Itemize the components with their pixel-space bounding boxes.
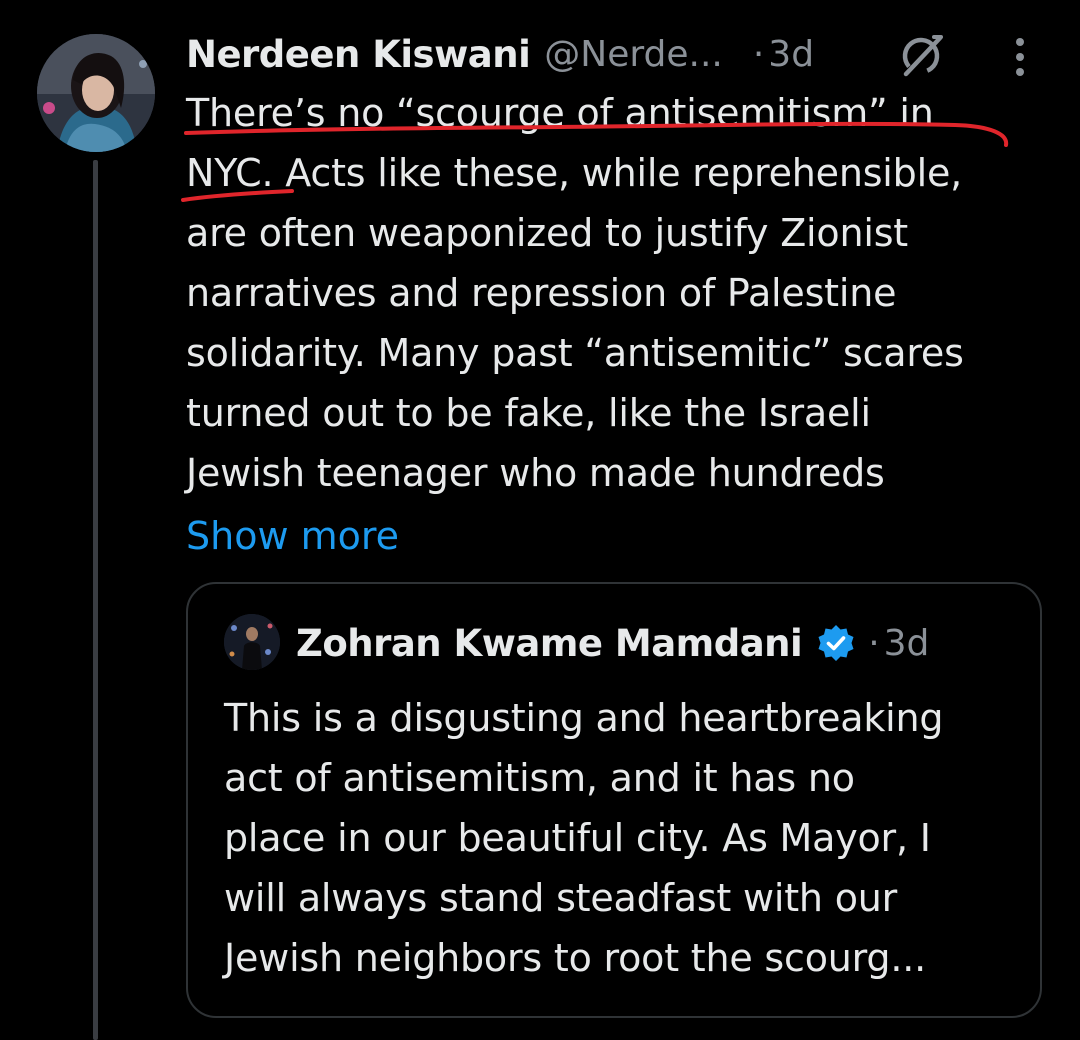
- show-more-link[interactable]: Show more: [186, 506, 399, 566]
- quoted-text-line: will always stand steadfast with our: [224, 876, 898, 920]
- quoted-text-line: place in our beautiful city. As Mayor, I: [224, 816, 931, 860]
- quoted-author-name[interactable]: Zohran Kwame Mamdani: [296, 622, 803, 665]
- tweet-text-line: NYC. Acts like these, while reprehensibl…: [186, 151, 962, 195]
- quoted-author-avatar[interactable]: [224, 614, 280, 670]
- tweet-timestamp[interactable]: 3d: [768, 34, 814, 75]
- tweet-text-line: are often weaponized to justify Zionist: [186, 211, 908, 255]
- author-handle[interactable]: @Nerde...: [544, 34, 723, 75]
- thread-line: [93, 160, 98, 1040]
- quoted-tweet-text: This is a disgusting and heartbreaking a…: [224, 688, 1024, 988]
- quoted-text-line: Jewish neighbors to root the scourg...: [224, 936, 926, 980]
- author-avatar[interactable]: [37, 34, 155, 152]
- verified-badge-icon: [818, 625, 854, 661]
- header-separator: ·: [752, 33, 765, 75]
- author-name[interactable]: Nerdeen Kiswani: [186, 33, 531, 76]
- tweet-text-line: narratives and repression of Palestine: [186, 271, 897, 315]
- tweet-text-line: solidarity. Many past “antisemitic” scar…: [186, 331, 964, 375]
- more-vertical-icon[interactable]: [1008, 36, 1032, 80]
- tweet-text-line: There’s no “scourge of antisemitism” in: [186, 91, 934, 135]
- quoted-tweet-timestamp[interactable]: 3d: [884, 623, 930, 664]
- grok-icon[interactable]: [896, 30, 946, 80]
- tweet-text-line: turned out to be fake, like the Israeli: [186, 391, 871, 435]
- tweet-text: There’s no “scourge of antisemitism” in …: [186, 83, 1066, 503]
- author-avatar-image: [37, 34, 155, 152]
- quoted-author-avatar-image: [224, 614, 280, 670]
- quoted-text-line: act of antisemitism, and it has no: [224, 756, 855, 800]
- quoted-tweet-card[interactable]: Zohran Kwame Mamdani · 3d This is a disg…: [186, 582, 1042, 1018]
- quoted-tweet-header: Zohran Kwame Mamdani · 3d: [296, 618, 929, 668]
- quoted-text-line: This is a disgusting and heartbreaking: [224, 696, 944, 740]
- quoted-header-separator: ·: [868, 622, 880, 664]
- tweet-text-line: Jewish teenager who made hundreds: [186, 451, 885, 495]
